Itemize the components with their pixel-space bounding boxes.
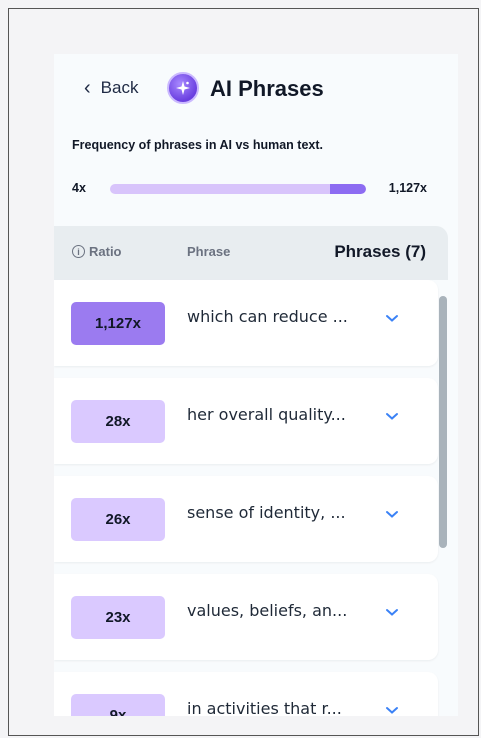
back-button[interactable]: ‹ Back xyxy=(84,78,138,98)
frequency-range-bar xyxy=(110,184,366,194)
column-header-phrase: Phrase xyxy=(187,244,231,259)
list-item[interactable]: 1,127x which can reduce ... xyxy=(54,280,438,366)
range-min-label: 4x xyxy=(72,181,86,195)
ratio-label: Ratio xyxy=(89,244,122,259)
window-frame: ‹ Back AI Phrases Frequency of phrases i… xyxy=(8,8,479,736)
table-header: i Ratio Phrase Phrases (7) xyxy=(54,226,448,280)
ratio-badge: 1,127x xyxy=(71,302,165,345)
frequency-range-fill xyxy=(330,184,366,194)
sparkle-logo-icon xyxy=(167,72,199,104)
ratio-badge: 23x xyxy=(71,596,165,639)
list-scrollbar[interactable] xyxy=(439,296,447,548)
phrase-text: values, beliefs, an... xyxy=(187,601,348,620)
info-icon[interactable]: i xyxy=(72,245,85,258)
ratio-badge: 28x xyxy=(71,400,165,443)
phrases-count: Phrases (7) xyxy=(334,242,426,261)
chevron-down-icon[interactable] xyxy=(384,702,400,716)
list-item[interactable]: 28x her overall quality... xyxy=(54,378,438,464)
ratio-badge: 26x xyxy=(71,498,165,541)
ratio-badge: 9x xyxy=(71,694,165,716)
page-title: AI Phrases xyxy=(210,76,324,101)
list-item[interactable]: 9x in activities that r... xyxy=(54,672,438,716)
list-item[interactable]: 26x sense of identity, ... xyxy=(54,476,438,562)
chevron-down-icon[interactable] xyxy=(384,506,400,522)
back-label: Back xyxy=(100,78,139,97)
phrase-text: her overall quality... xyxy=(187,405,346,424)
panel-header: ‹ Back AI Phrases xyxy=(54,54,458,124)
range-max-label: 1,127x xyxy=(388,181,427,195)
chevron-left-icon: ‹ xyxy=(84,77,91,99)
ai-phrases-panel: ‹ Back AI Phrases Frequency of phrases i… xyxy=(54,54,458,716)
chevron-down-icon[interactable] xyxy=(384,408,400,424)
page-subtitle: Frequency of phrases in AI vs human text… xyxy=(72,138,323,152)
phrase-text: sense of identity, ... xyxy=(187,503,346,522)
phrase-text: in activities that r... xyxy=(187,699,342,716)
column-header-ratio[interactable]: i Ratio xyxy=(72,244,122,259)
list-item[interactable]: 23x values, beliefs, an... xyxy=(54,574,438,660)
phrase-text: which can reduce ... xyxy=(187,307,348,326)
chevron-down-icon[interactable] xyxy=(384,310,400,326)
chevron-down-icon[interactable] xyxy=(384,604,400,620)
